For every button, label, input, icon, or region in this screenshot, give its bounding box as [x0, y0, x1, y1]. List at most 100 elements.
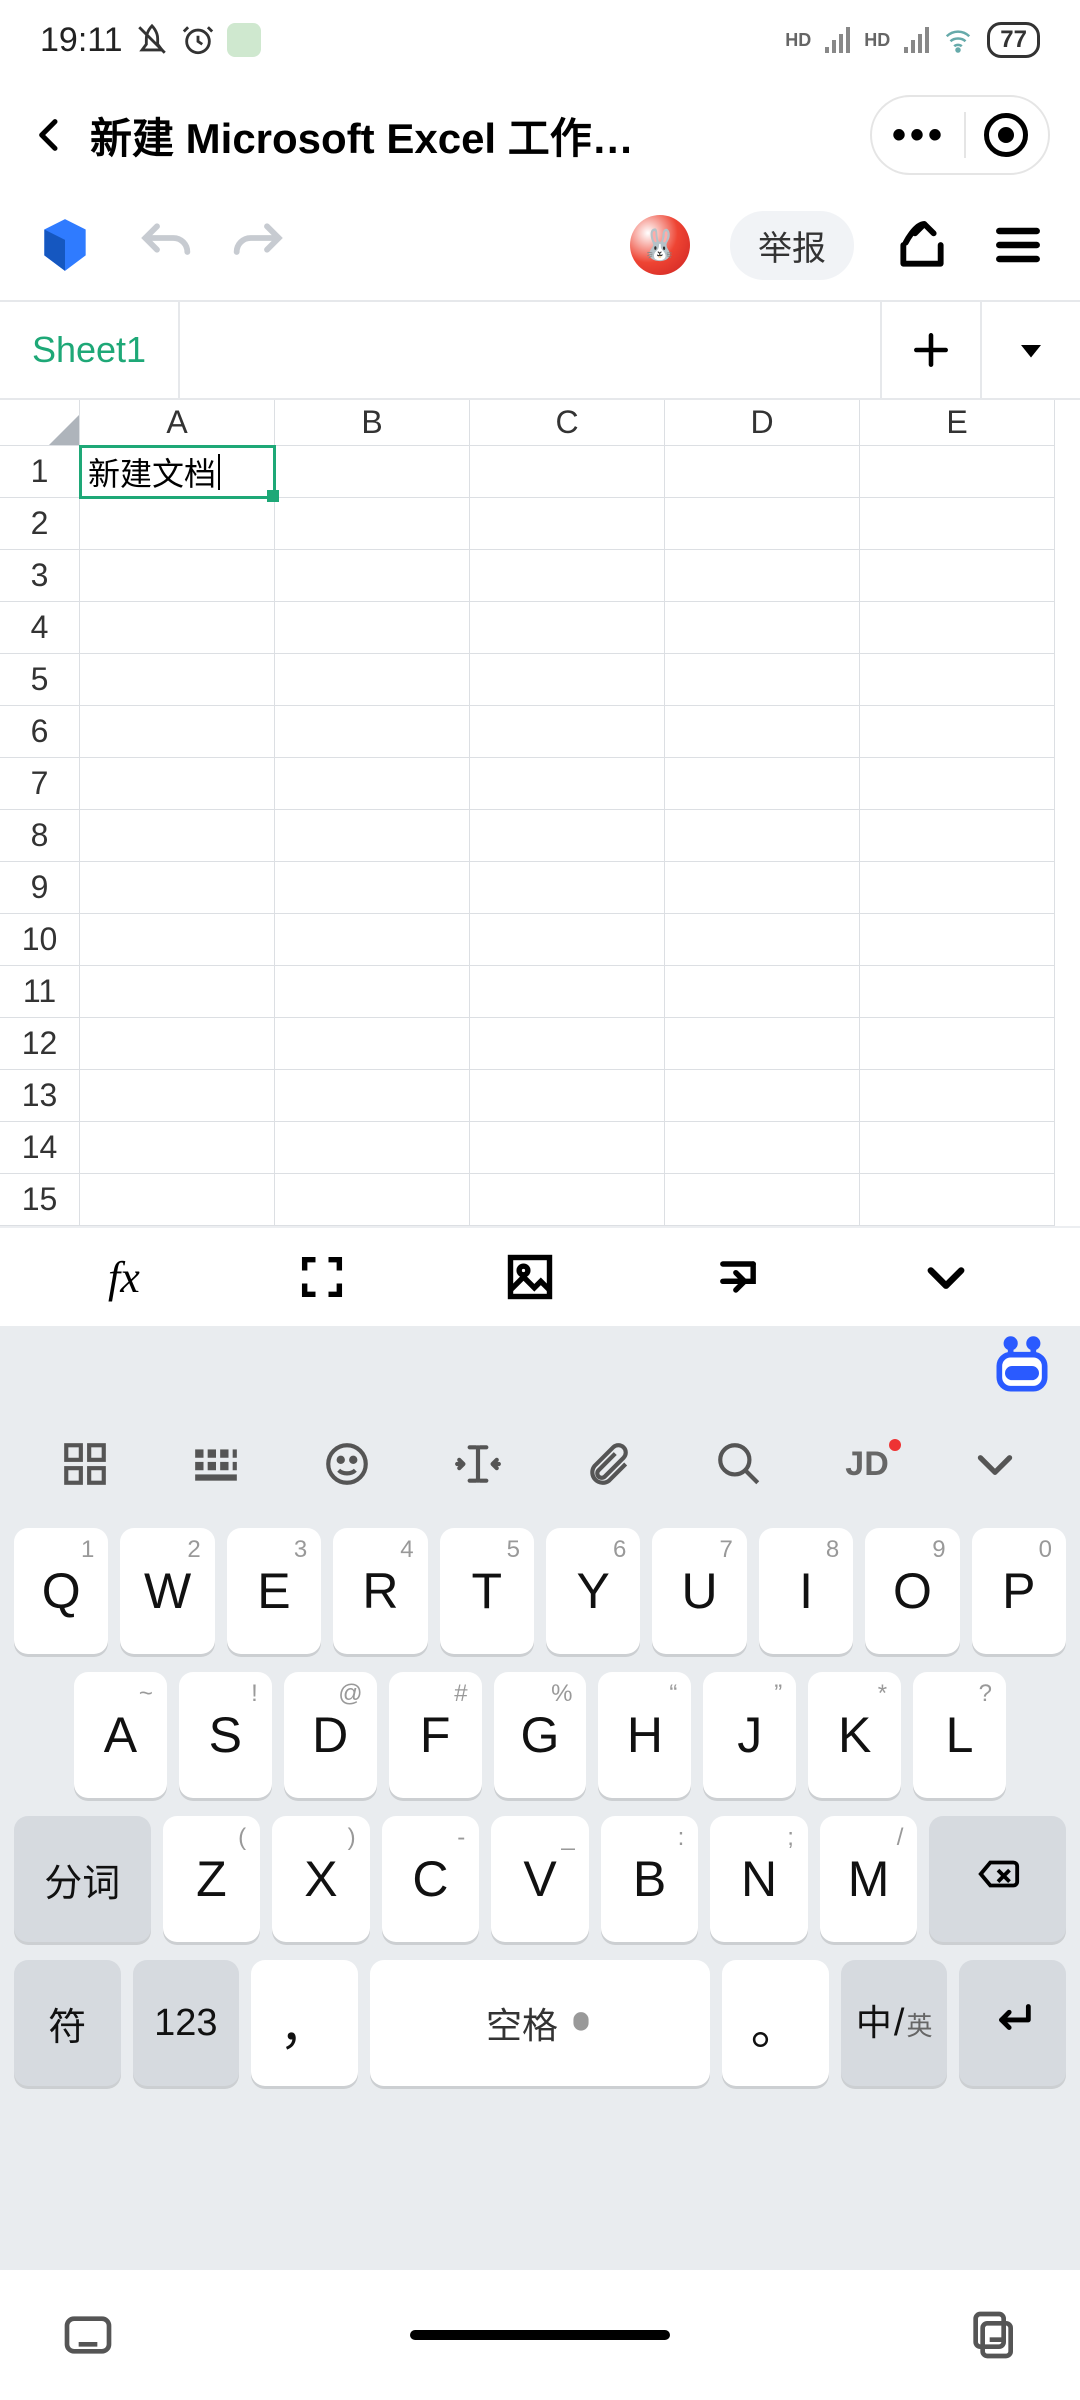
wrap-icon[interactable] — [712, 1251, 764, 1303]
cell-A13[interactable] — [80, 1070, 275, 1122]
cell-D5[interactable] — [665, 654, 860, 706]
cell-B6[interactable] — [275, 706, 470, 758]
cell-B8[interactable] — [275, 810, 470, 862]
emoji-icon[interactable] — [322, 1439, 372, 1489]
home-indicator[interactable] — [410, 2330, 670, 2340]
cell-A12[interactable] — [80, 1018, 275, 1070]
collapse-keyboard-icon[interactable] — [920, 1251, 972, 1303]
fx-button[interactable]: fx — [108, 1252, 140, 1303]
key-B[interactable]: :B — [601, 1816, 699, 1942]
key-Y[interactable]: 6Y — [546, 1528, 640, 1654]
cell-E3[interactable] — [860, 550, 1055, 602]
key-X[interactable]: )X — [272, 1816, 370, 1942]
cell-D3[interactable] — [665, 550, 860, 602]
key-123[interactable]: 123 — [133, 1960, 240, 2086]
clipboard-icon[interactable] — [964, 2307, 1020, 2363]
cell-E15[interactable] — [860, 1174, 1055, 1226]
cell-B4[interactable] — [275, 602, 470, 654]
cell-A1[interactable]: 新建文档 — [80, 446, 275, 498]
keyboard-switch-icon[interactable] — [60, 2307, 116, 2363]
row-header-8[interactable]: 8 — [0, 810, 80, 862]
cell-E11[interactable] — [860, 966, 1055, 1018]
back-button[interactable] — [30, 115, 70, 155]
col-header-E[interactable]: E — [860, 400, 1055, 446]
key-Z[interactable]: (Z — [163, 1816, 261, 1942]
cell-C12[interactable] — [470, 1018, 665, 1070]
more-menu-button[interactable]: ••• — [892, 113, 946, 158]
cell-C6[interactable] — [470, 706, 665, 758]
col-header-C[interactable]: C — [470, 400, 665, 446]
redo-button[interactable] — [232, 217, 288, 273]
cell-B12[interactable] — [275, 1018, 470, 1070]
cell-A14[interactable] — [80, 1122, 275, 1174]
cell-A4[interactable] — [80, 602, 275, 654]
cell-D14[interactable] — [665, 1122, 860, 1174]
key-符[interactable]: 符 — [14, 1960, 121, 2086]
keyboard-jd-button[interactable]: JD — [845, 1445, 888, 1484]
row-header-7[interactable]: 7 — [0, 758, 80, 810]
cell-C11[interactable] — [470, 966, 665, 1018]
key-S[interactable]: !S — [179, 1672, 272, 1798]
key-R[interactable]: 4R — [333, 1528, 427, 1654]
cell-E12[interactable] — [860, 1018, 1055, 1070]
cell-B11[interactable] — [275, 966, 470, 1018]
select-all-corner[interactable] — [0, 400, 80, 446]
row-header-10[interactable]: 10 — [0, 914, 80, 966]
cell-B1[interactable] — [275, 446, 470, 498]
cell-E9[interactable] — [860, 862, 1055, 914]
key-E[interactable]: 3E — [227, 1528, 321, 1654]
key-backspace[interactable] — [929, 1816, 1066, 1942]
cell-E2[interactable] — [860, 498, 1055, 550]
cell-D12[interactable] — [665, 1018, 860, 1070]
key-D[interactable]: @D — [284, 1672, 377, 1798]
cell-C1[interactable] — [470, 446, 665, 498]
user-avatar[interactable]: 🐰 — [630, 215, 690, 275]
cell-D1[interactable] — [665, 446, 860, 498]
cell-C14[interactable] — [470, 1122, 665, 1174]
search-icon[interactable] — [714, 1439, 764, 1489]
cell-E13[interactable] — [860, 1070, 1055, 1122]
cell-A5[interactable] — [80, 654, 275, 706]
keyboard-robot-icon[interactable] — [988, 1332, 1056, 1400]
key-O[interactable]: 9O — [865, 1528, 959, 1654]
report-button[interactable]: 举报 — [730, 211, 854, 280]
cell-D4[interactable] — [665, 602, 860, 654]
cell-E14[interactable] — [860, 1122, 1055, 1174]
row-header-6[interactable]: 6 — [0, 706, 80, 758]
spreadsheet-grid[interactable]: ABCDE1新建文档23456789101112131415 — [0, 400, 1080, 1226]
key-H[interactable]: “H — [598, 1672, 691, 1798]
key-N[interactable]: ;N — [710, 1816, 808, 1942]
cell-A10[interactable] — [80, 914, 275, 966]
cell-B15[interactable] — [275, 1174, 470, 1226]
cell-C3[interactable] — [470, 550, 665, 602]
key-C[interactable]: -C — [382, 1816, 480, 1942]
cell-B14[interactable] — [275, 1122, 470, 1174]
key-T[interactable]: 5T — [440, 1528, 534, 1654]
key-I[interactable]: 8I — [759, 1528, 853, 1654]
row-header-3[interactable]: 3 — [0, 550, 80, 602]
cell-E5[interactable] — [860, 654, 1055, 706]
row-header-15[interactable]: 15 — [0, 1174, 80, 1226]
cell-A7[interactable] — [80, 758, 275, 810]
cell-E6[interactable] — [860, 706, 1055, 758]
cell-C4[interactable] — [470, 602, 665, 654]
cell-A8[interactable] — [80, 810, 275, 862]
row-header-13[interactable]: 13 — [0, 1070, 80, 1122]
cursor-icon[interactable] — [453, 1439, 503, 1489]
cell-D10[interactable] — [665, 914, 860, 966]
cell-C7[interactable] — [470, 758, 665, 810]
keyboard-grid-icon[interactable] — [60, 1439, 110, 1489]
cell-B3[interactable] — [275, 550, 470, 602]
cell-A15[interactable] — [80, 1174, 275, 1226]
cell-B5[interactable] — [275, 654, 470, 706]
cell-B10[interactable] — [275, 914, 470, 966]
key-space[interactable]: 空格 — [370, 1960, 711, 2086]
sheet-dropdown-button[interactable] — [980, 302, 1080, 398]
key-J[interactable]: ”J — [703, 1672, 796, 1798]
key-。[interactable]: 。 — [722, 1960, 829, 2086]
cell-C2[interactable] — [470, 498, 665, 550]
key-M[interactable]: /M — [820, 1816, 918, 1942]
key-A[interactable]: ~A — [74, 1672, 167, 1798]
key-Q[interactable]: 1Q — [14, 1528, 108, 1654]
cell-B7[interactable] — [275, 758, 470, 810]
